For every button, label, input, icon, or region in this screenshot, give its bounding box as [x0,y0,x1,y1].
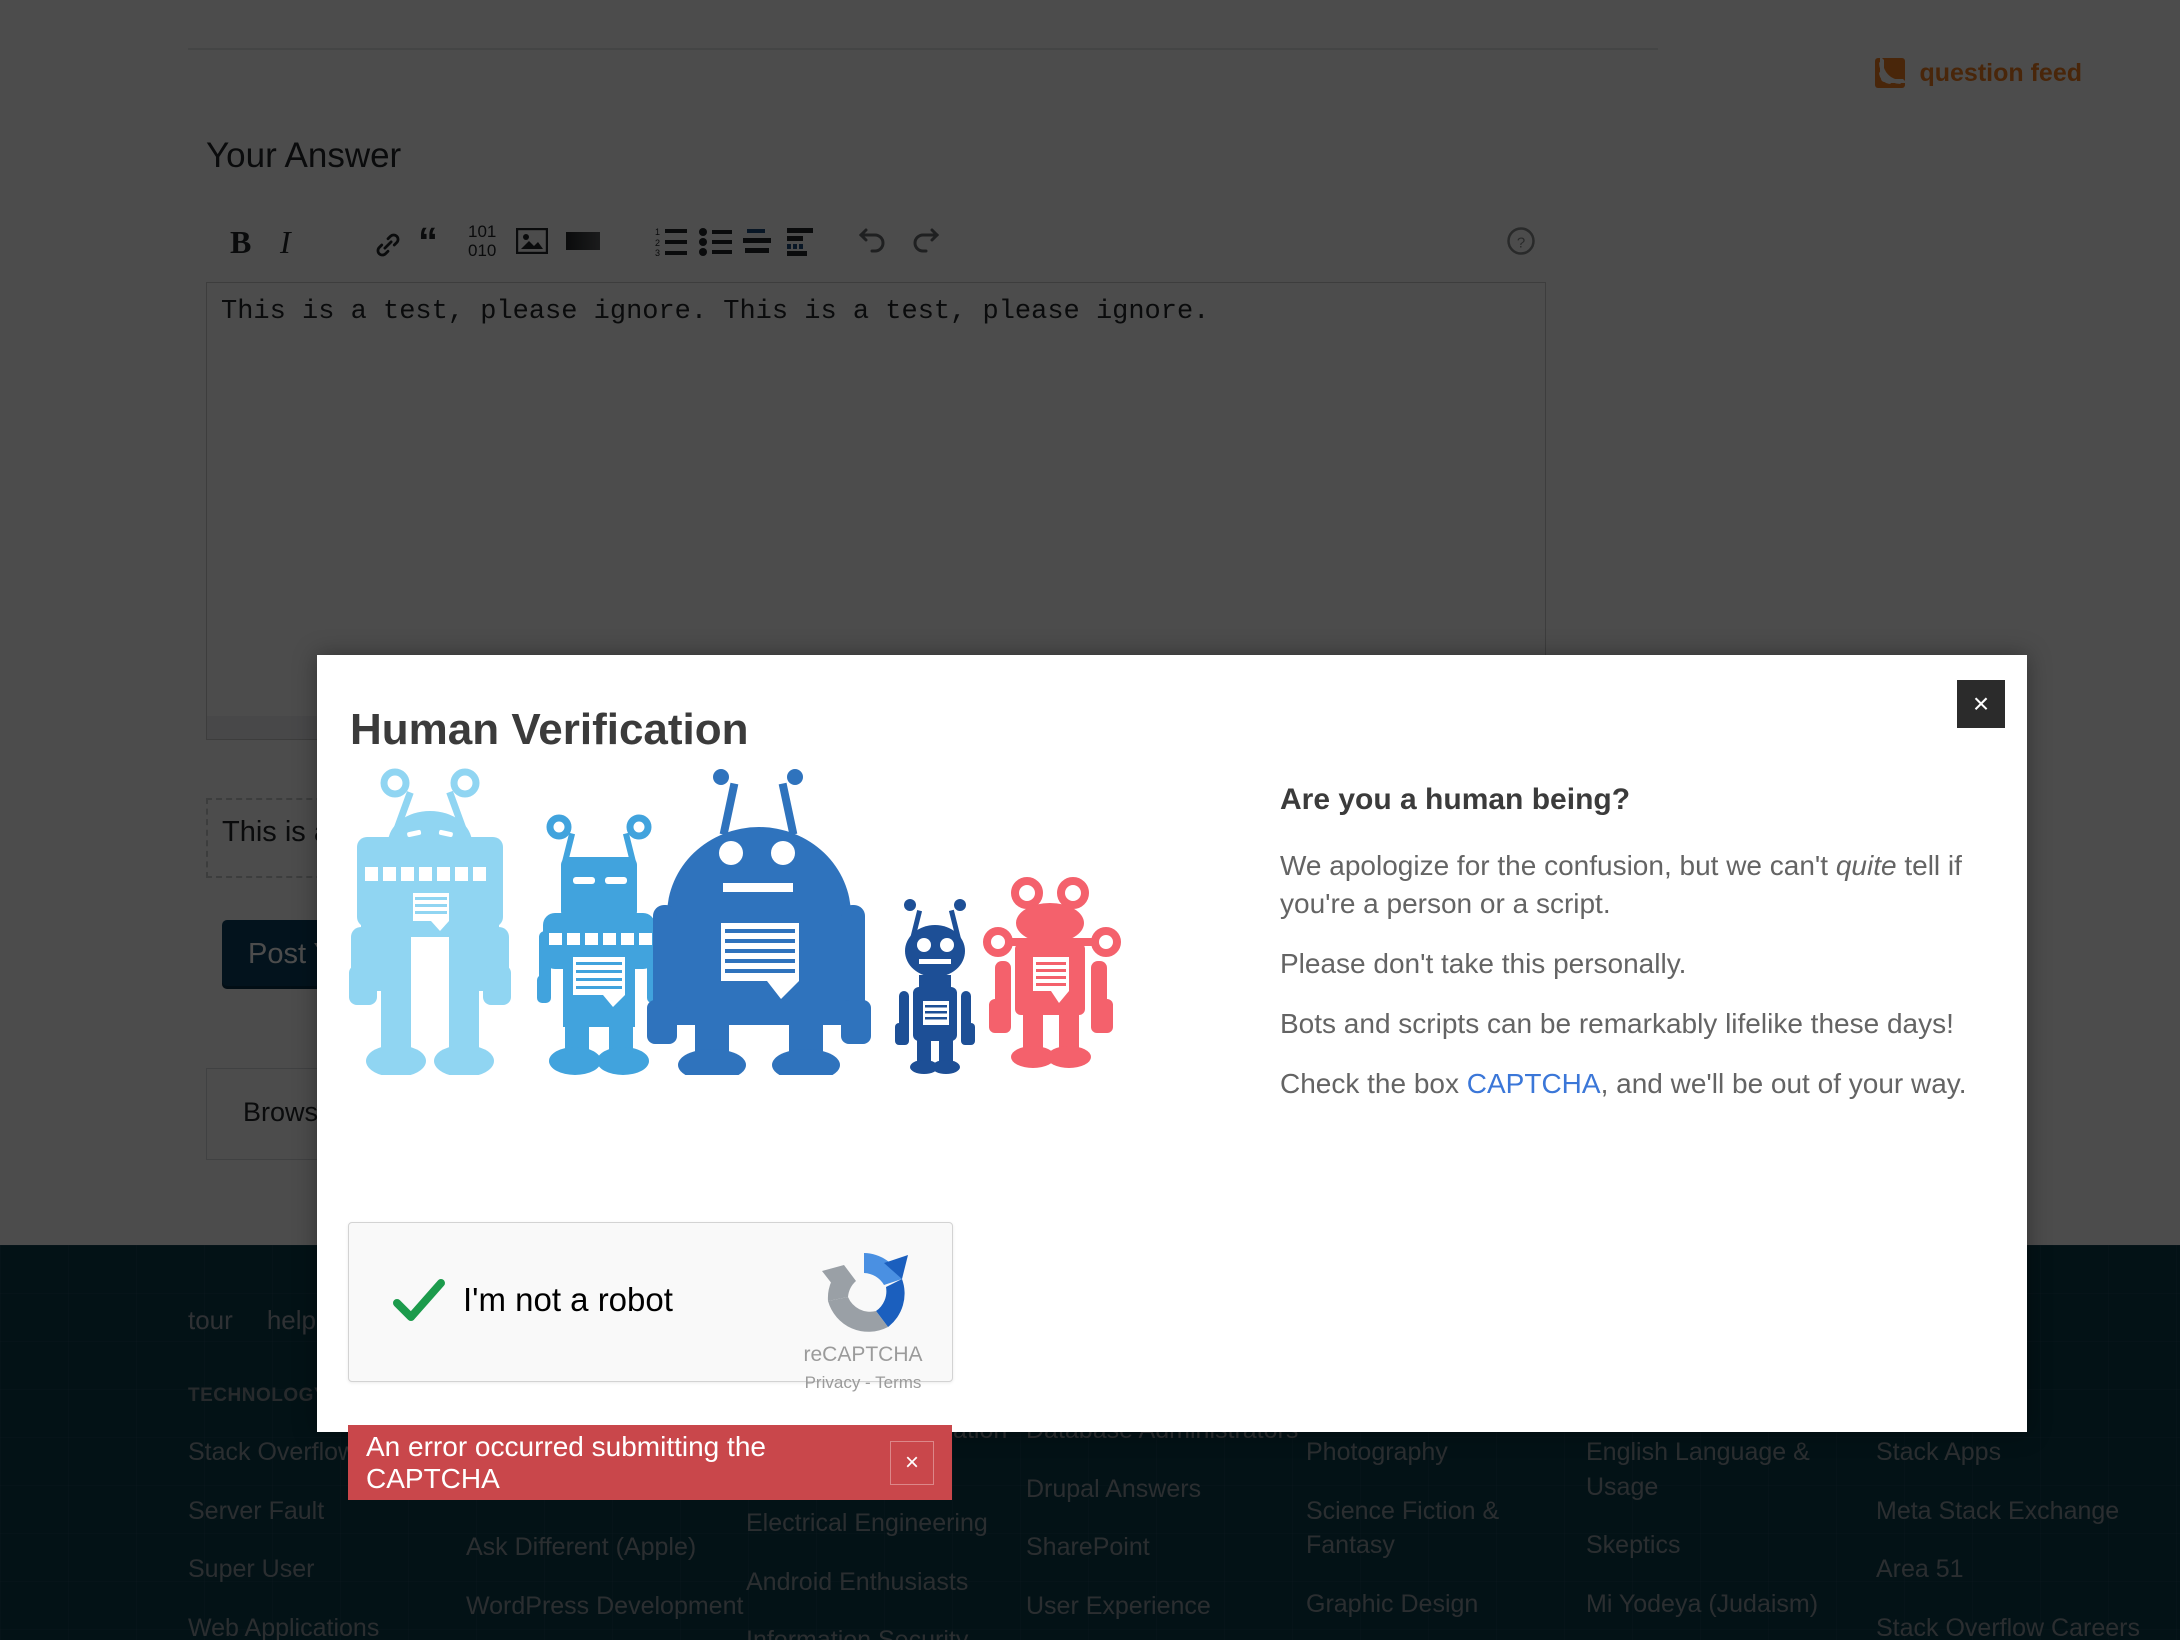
checkmark-icon[interactable] [389,1271,449,1331]
modal-title: Human Verification [350,705,749,754]
recaptcha-label: I'm not a robot [463,1281,673,1318]
recaptcha-legal: Privacy - Terms [804,1373,922,1392]
modal-heading: Are you a human being? [1280,783,1631,816]
modal-paragraph-1: We apologize for the confusion, but we c… [1280,850,1962,920]
error-toast: An error occurred submitting the CAPTCHA… [348,1425,952,1500]
recaptcha-logo-icon [814,1245,914,1345]
modal-paragraph-2: Please don't take this personally. [1280,948,1687,980]
recaptcha-brand: reCAPTCHA [803,1343,923,1366]
close-icon[interactable]: × [890,1440,934,1485]
modal-text-panel: Are you a human being? We apologize for … [1280,783,1980,1125]
robot-family-illustration [349,768,1121,1075]
close-icon[interactable]: × [1957,680,2005,728]
modal-paragraph-4: Check the box CAPTCHA, and we'll be out … [1280,1068,1967,1100]
robot-illustration-area [347,765,1267,1095]
screen: question feed Your Answer B I “ 101 010 [0,0,2180,1640]
recaptcha-widget[interactable]: I'm not a robot reCAPTCHA Privacy - Term… [348,1222,953,1392]
captcha-link[interactable]: CAPTCHA [1467,1068,1601,1099]
modal-paragraph-3: Bots and scripts can be remarkably lifel… [1280,1008,1954,1040]
error-toast-message: An error occurred submitting the CAPTCHA [366,1430,766,1494]
